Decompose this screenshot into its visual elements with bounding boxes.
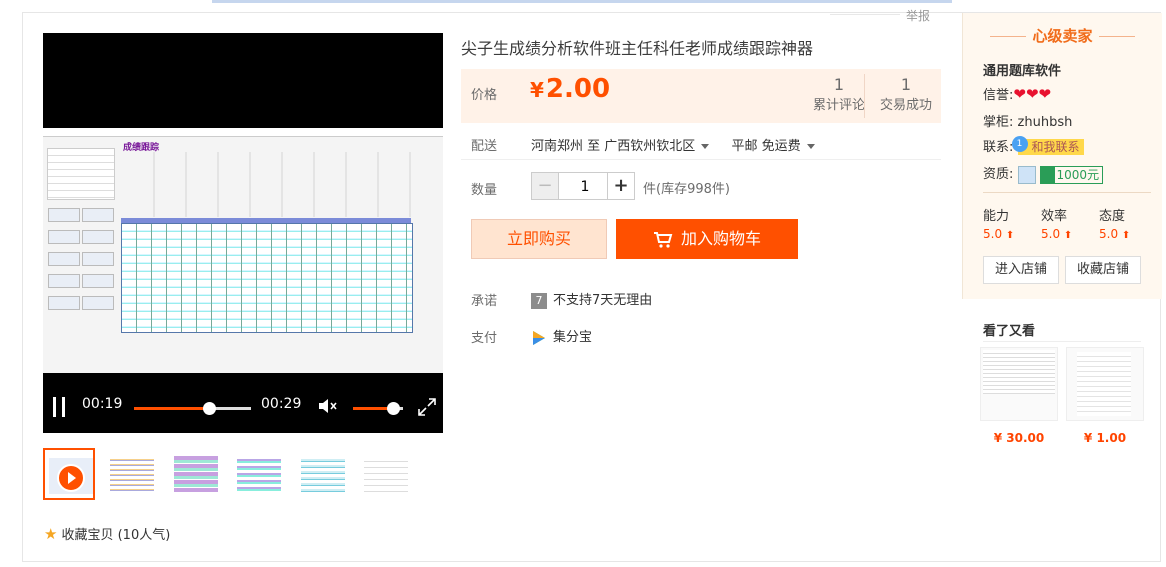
progress-handle[interactable] (203, 402, 216, 415)
decrease-button[interactable]: − (532, 173, 559, 199)
chevron-down-icon (701, 144, 710, 149)
duration-time: 00:29 (261, 396, 302, 412)
promise-label: 承诺 (471, 294, 498, 309)
seller-panel: 心级卖家 通用题库软件 信誉:❤❤❤ 掌柜: zhuhbsh 联系: 1 和我联系… (962, 13, 1162, 299)
stock-info: 件(库存998件) (643, 182, 730, 197)
quantity-label: 数量 (471, 183, 498, 198)
shipping-info: 河南郑州 至 广西钦州钦北区 平邮 免运费 (531, 135, 815, 154)
shipping-to-select[interactable]: 广西钦州钦北区 (604, 139, 710, 154)
chevron-down-icon (806, 144, 815, 149)
qualification-row: 资质: 1000元 (983, 163, 1104, 184)
arrow-up-icon: ⬆ (1121, 230, 1131, 241)
divider (983, 192, 1151, 193)
favorite-shop-button[interactable]: 收藏店铺 (1065, 256, 1141, 284)
thumbnail-image[interactable] (360, 448, 412, 500)
score-attitude: 态度 5.0 ⬆ (1099, 209, 1131, 241)
stat-divider (864, 74, 865, 118)
score-ability: 能力 5.0 ⬆ (983, 209, 1015, 241)
heart-icon: ❤❤❤ (1013, 85, 1052, 103)
favorite-label: 收藏宝贝 (61, 528, 114, 543)
arrow-up-icon: ⬆ (1063, 230, 1073, 241)
also-viewed-title: 看了又看 (983, 324, 1036, 339)
increase-button[interactable]: + (607, 173, 634, 199)
id-verified-icon[interactable] (1017, 165, 1036, 184)
divider (461, 159, 941, 160)
thumbnail-video[interactable] (43, 448, 95, 500)
add-to-cart-button[interactable]: 加入购物车 (616, 219, 798, 259)
report-link[interactable]: 举报 (906, 7, 930, 24)
video-player[interactable]: 成绩跟踪 00:19 00:29 (43, 33, 443, 433)
current-time: 00:19 (82, 396, 123, 412)
payment-info: 集分宝 (531, 326, 592, 346)
product-thumbnail (980, 347, 1058, 421)
arrow-up-icon: ⬆ (1005, 230, 1015, 241)
shipping-method-select[interactable]: 平邮 免运费 (731, 139, 815, 154)
price-panel: 价格 ¥2.00 1 累计评论 1 交易成功 (461, 69, 941, 123)
no-return-icon: 7 (531, 292, 547, 309)
quantity-input[interactable] (559, 173, 611, 201)
jifenbao-icon (533, 330, 545, 345)
enter-shop-button[interactable]: 进入店铺 (983, 256, 1059, 284)
video-frame-content: 成绩跟踪 (43, 128, 443, 373)
star-icon: ★ (44, 525, 58, 543)
stat-reviews[interactable]: 1 累计评论 (811, 75, 867, 113)
volume-slider[interactable] (353, 402, 403, 415)
stat-sales[interactable]: 1 交易成功 (876, 75, 936, 113)
shop-name[interactable]: 通用题库软件 (983, 60, 1061, 79)
play-icon (57, 464, 85, 492)
volume-icon[interactable] (317, 397, 341, 417)
thumbnail-image[interactable] (233, 448, 285, 500)
thumbnail-image[interactable] (170, 448, 222, 500)
deposit-badge[interactable]: 1000元 (1039, 165, 1104, 184)
favorite-button[interactable]: ★ 收藏宝贝 (10人气) (44, 524, 170, 543)
divider (983, 341, 1141, 342)
keeper-name[interactable]: zhuhbsh (1018, 115, 1073, 130)
quantity-stepper: − + (531, 172, 635, 201)
top-divider (212, 0, 952, 3)
cart-icon (653, 231, 673, 248)
price-value: ¥2.00 (530, 74, 611, 104)
thumbnail-image[interactable] (106, 448, 158, 500)
promise-info: 7 不支持7天无理由 (531, 289, 652, 309)
shipping-from: 河南郑州 至 (531, 139, 601, 154)
thumbnail-image[interactable] (297, 448, 349, 500)
also-viewed-price: ¥ 30.00 (993, 431, 1045, 445)
seller-level: 心级卖家 (963, 25, 1162, 46)
price-label: 价格 (471, 88, 498, 103)
payment-label: 支付 (471, 331, 498, 346)
shield-icon (1040, 166, 1055, 183)
video-controls: 00:19 00:29 (43, 381, 443, 433)
favorite-count: (10人气) (117, 528, 171, 543)
buy-now-button[interactable]: 立即购买 (471, 219, 607, 259)
also-viewed-item[interactable]: ¥ 1.00 (1066, 347, 1144, 445)
product-thumbnail (1066, 347, 1144, 421)
pause-icon[interactable] (53, 397, 67, 417)
also-viewed-item[interactable]: ¥ 30.00 (980, 347, 1058, 445)
credit-row: 信誉:❤❤❤ (983, 85, 1052, 103)
contact-seller-button[interactable]: 1 和我联系 (1011, 136, 1084, 155)
keeper-row: 掌柜: zhuhbsh (983, 115, 1073, 130)
chat-icon: 1 (1011, 136, 1028, 152)
report-divider (830, 14, 900, 15)
fullscreen-icon[interactable] (417, 397, 437, 417)
progress-fill (134, 407, 209, 410)
contact-row: 联系: 1 和我联系 (983, 136, 1084, 155)
shipping-label: 配送 (471, 139, 498, 154)
also-viewed-price: ¥ 1.00 (1083, 431, 1127, 445)
product-title: 尖子生成绩分析软件班主任科任老师成绩跟踪神器 (461, 39, 814, 58)
progress-bar[interactable] (134, 402, 251, 415)
volume-handle[interactable] (387, 402, 400, 415)
score-efficiency: 效率 5.0 ⬆ (1041, 209, 1073, 241)
